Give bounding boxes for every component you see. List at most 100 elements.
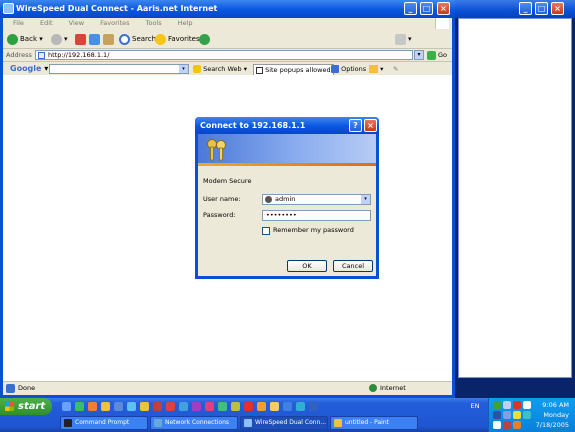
language-indicator[interactable]: EN — [465, 398, 485, 415]
quicklaunch-app5-icon[interactable] — [205, 402, 214, 411]
tray-security-icon[interactable] — [513, 401, 521, 409]
cancel-button[interactable]: Cancel — [333, 260, 373, 272]
close-icon[interactable]: × — [551, 2, 564, 15]
menu-file[interactable]: File — [13, 19, 24, 27]
address-dropdown-button[interactable]: ▾ — [414, 50, 424, 60]
quicklaunch-explorer-icon[interactable] — [140, 402, 149, 411]
search-web-button[interactable]: Search Web ▾ — [193, 64, 247, 74]
task-label: WireSpeed Dual Conn... — [255, 419, 327, 426]
maximize-icon[interactable]: □ — [535, 2, 548, 15]
tray-monitor-icon[interactable] — [493, 411, 501, 419]
google-search-dropdown[interactable]: ▾ — [179, 65, 188, 73]
home-button[interactable] — [103, 32, 116, 46]
username-dropdown-icon[interactable]: ▾ — [361, 195, 370, 204]
dialog-titlebar[interactable]: Connect to 192.168.1.1 ? × — [195, 117, 379, 134]
quicklaunch-folder-icon[interactable] — [101, 402, 110, 411]
quicklaunch-app2-icon[interactable] — [166, 402, 175, 411]
dialog-body: Modem Secure User name: admin ▾ Password… — [198, 134, 376, 276]
browser-titlebar[interactable]: WireSpeed Dual Connect - Aaris.net Inter… — [0, 0, 455, 18]
password-value: •••••••• — [266, 211, 297, 219]
tray-wifi-icon[interactable] — [503, 411, 511, 419]
task-wirespeed[interactable]: WireSpeed Dual Conn... — [240, 416, 328, 430]
menu-help[interactable]: Help — [178, 19, 193, 27]
tray-app-icon[interactable] — [503, 401, 511, 409]
menu-edit[interactable]: Edit — [40, 19, 53, 27]
quicklaunch-app3-icon[interactable] — [179, 402, 188, 411]
back-arrow-icon — [7, 33, 18, 45]
quicklaunch-media-icon[interactable] — [114, 402, 123, 411]
forward-arrow-icon — [51, 33, 62, 45]
quicklaunch-outlook-icon[interactable] — [127, 402, 136, 411]
back-button[interactable]: Back ▾ — [7, 32, 43, 46]
username-combobox[interactable]: admin ▾ — [262, 194, 371, 205]
tray-sync-icon[interactable] — [523, 411, 531, 419]
folder-button[interactable]: ▾ — [369, 64, 383, 74]
go-button[interactable]: Go — [427, 49, 447, 61]
highlight-button[interactable]: ✎ — [393, 64, 398, 74]
tray-network-icon[interactable] — [493, 401, 501, 409]
start-label: start — [18, 401, 46, 412]
remember-checkbox[interactable] — [262, 227, 270, 235]
menu-view[interactable]: View — [69, 19, 84, 27]
forward-button[interactable]: ▾ — [51, 32, 68, 46]
google-logo-button[interactable]: Google ▾ — [10, 64, 48, 74]
task-network-connections[interactable]: Network Connections — [150, 416, 238, 430]
search-web-icon — [193, 65, 201, 73]
menu-tools[interactable]: Tools — [146, 19, 162, 27]
mail-button[interactable]: ▾ — [395, 32, 412, 46]
background-window-titlebar[interactable]: _ □ × — [455, 0, 575, 18]
quicklaunch-app7-icon[interactable] — [231, 402, 240, 411]
minimize-icon[interactable]: _ — [519, 2, 532, 15]
tray-block-icon[interactable] — [523, 401, 531, 409]
clock-date: 7/18/2005 — [535, 421, 569, 429]
tray-volume-icon[interactable] — [513, 411, 521, 419]
google-search-input[interactable]: ▾ — [49, 64, 189, 74]
close-icon[interactable]: × — [437, 2, 450, 15]
go-arrow-icon — [427, 50, 436, 60]
quicklaunch-desktop-icon[interactable] — [62, 402, 71, 411]
search-button[interactable]: Search — [119, 32, 156, 46]
password-input[interactable]: •••••••• — [262, 210, 371, 221]
tray-update-icon[interactable] — [513, 421, 521, 429]
menu-favorites[interactable]: Favorites — [100, 19, 129, 27]
quicklaunch-app9-icon[interactable] — [257, 402, 266, 411]
quicklaunch-app13-icon[interactable] — [309, 402, 318, 411]
ok-button[interactable]: OK — [287, 260, 327, 272]
background-window[interactable]: _ □ × — [455, 0, 575, 398]
clock-time[interactable]: 9:06 AM — [542, 401, 569, 410]
quicklaunch-app10-icon[interactable] — [270, 402, 279, 411]
favorites-button[interactable]: Favorites — [155, 32, 200, 46]
quicklaunch-firefox-icon[interactable] — [88, 402, 97, 411]
help-icon[interactable]: ? — [349, 119, 362, 132]
password-label: Password: — [203, 211, 236, 219]
options-button[interactable]: Options — [331, 64, 366, 74]
tray-misc-icon[interactable] — [493, 421, 501, 429]
quicklaunch-app8-icon[interactable] — [244, 402, 253, 411]
dialog-title: Connect to 192.168.1.1 — [200, 121, 306, 130]
address-input[interactable]: http://192.168.1.1/ — [35, 50, 413, 60]
ie-icon — [244, 419, 252, 427]
minimize-icon[interactable]: _ — [404, 2, 417, 15]
remember-label[interactable]: Remember my password — [273, 226, 354, 235]
network-icon — [154, 419, 162, 427]
options-icon — [331, 65, 339, 73]
quicklaunch-app1-icon[interactable] — [153, 402, 162, 411]
maximize-icon[interactable]: □ — [420, 2, 433, 15]
quicklaunch-app12-icon[interactable] — [296, 402, 305, 411]
tray-shield-icon[interactable] — [503, 421, 511, 429]
address-value: http://192.168.1.1/ — [48, 51, 110, 59]
media-button[interactable] — [199, 32, 212, 46]
task-paint[interactable]: untitled - Paint — [330, 416, 418, 430]
stop-button[interactable] — [75, 32, 88, 46]
quicklaunch-ie-icon[interactable] — [75, 402, 84, 411]
close-icon[interactable]: × — [364, 119, 377, 132]
stop-icon — [75, 33, 86, 45]
ie-icon — [3, 3, 14, 14]
quicklaunch-app4-icon[interactable] — [192, 402, 201, 411]
quicklaunch-app6-icon[interactable] — [218, 402, 227, 411]
quicklaunch-app11-icon[interactable] — [283, 402, 292, 411]
home-icon — [103, 33, 114, 45]
start-button[interactable]: start — [0, 398, 52, 415]
refresh-button[interactable] — [89, 32, 102, 46]
task-command-prompt[interactable]: Command Prompt — [60, 416, 148, 430]
